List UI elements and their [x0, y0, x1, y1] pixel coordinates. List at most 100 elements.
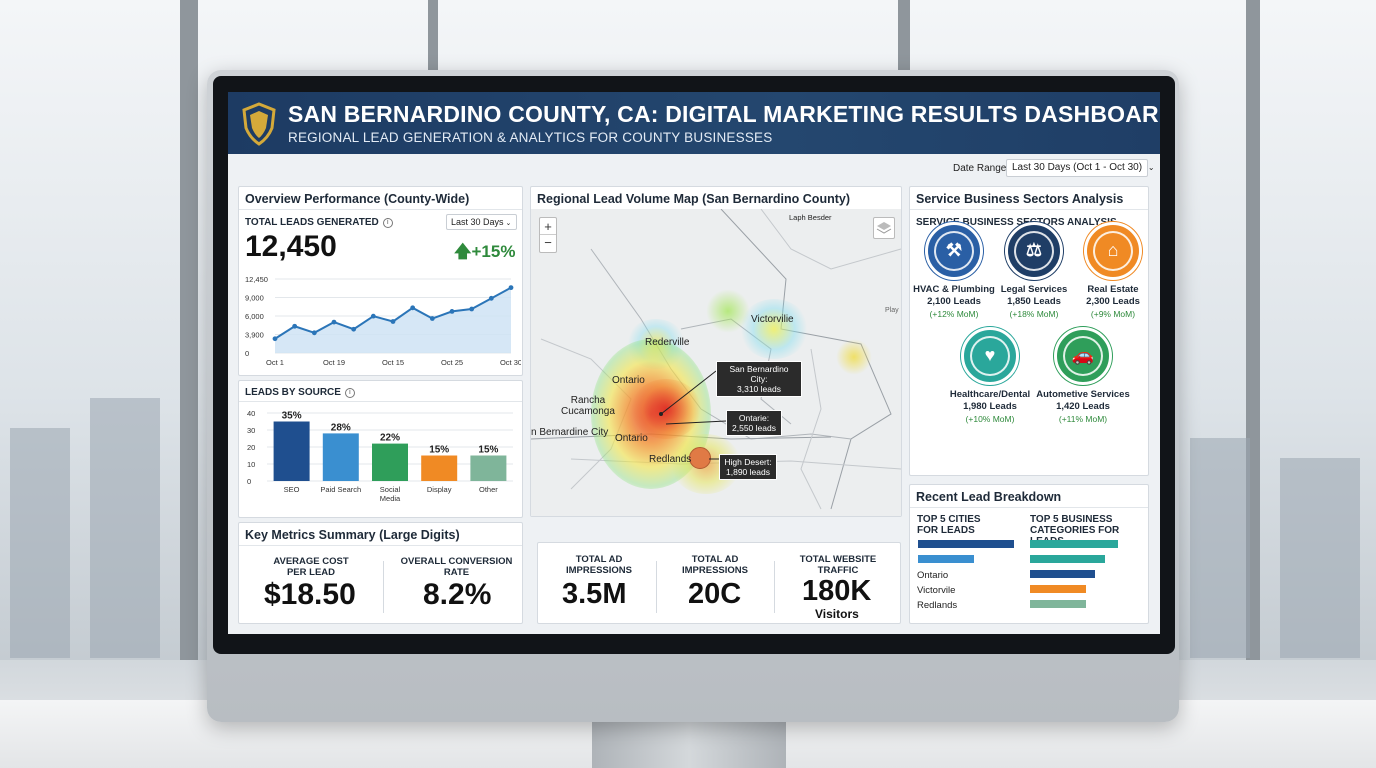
tools-icon: ⚒	[945, 240, 963, 260]
y-tick-label: 9,000	[245, 294, 264, 303]
y-tick-label: 0	[247, 477, 251, 486]
total-leads-line-chart: 12,450 9,000 6,000 3,900 0 Oct 1 Oct 19 Oct 15 O…	[245, 275, 521, 367]
zoom-controls: + −	[539, 217, 557, 253]
key-metrics-title: Key Metrics Summary (Large Digits)	[245, 528, 460, 542]
house-icon: ⌂	[1107, 240, 1119, 260]
category-label: Display	[427, 485, 452, 494]
line-point	[488, 295, 494, 301]
dashboard-title: SAN BERNARDINO COUNTY, CA: DIGITAL MARKE…	[288, 101, 1160, 127]
map-canvas[interactable]: Laph Besder Victorvilie Rederville Ontar…	[531, 209, 901, 516]
leads-change: 🡅+15%	[454, 239, 515, 268]
line-point	[508, 285, 514, 291]
sector-ring[interactable]: ⌂	[1084, 222, 1142, 280]
map-place-label: Play	[885, 307, 899, 314]
line-point	[429, 316, 435, 321]
cost-per-lead-value: $18.50	[264, 578, 356, 611]
bar-value-label: 22%	[380, 433, 400, 444]
chevron-down-icon: ⌄	[1147, 163, 1155, 172]
website-traffic-label: TOTAL WEBSITE TRAFFIC	[799, 554, 877, 576]
date-range-value: Last 30 Days (Oct 1 - Oct 30)	[1012, 162, 1143, 173]
y-tick-label: 6,000	[245, 312, 264, 321]
city-item: Victorvile	[917, 585, 956, 596]
sector-name: Autometive Services	[1036, 389, 1130, 400]
category-label: Paid Search	[320, 485, 361, 494]
conversion-rate-label: OVERALL CONVERSION RATE	[400, 556, 513, 578]
divider	[656, 561, 657, 613]
sector-change: (+9% MoM)	[1090, 309, 1136, 319]
website-traffic-value: 180K	[802, 575, 872, 607]
category-bar	[1030, 585, 1087, 593]
monitor-stand	[592, 720, 786, 768]
overview-title: Overview Performance (County-Wide)	[245, 192, 470, 206]
car-icon: 🚗	[1071, 345, 1095, 365]
dashboard-screen: SAN BERNARDINO COUNTY, CA: DIGITAL MARKE…	[228, 92, 1160, 634]
arrow-up-icon: 🡅	[454, 242, 472, 261]
total-leads-value: 12,450	[245, 230, 337, 263]
line-point	[311, 330, 317, 336]
bar-value-label: 15%	[429, 445, 449, 456]
city-bar	[918, 540, 1014, 548]
y-tick-label: 40	[247, 409, 255, 418]
recent-breakdown-title: Recent Lead Breakdown	[916, 490, 1062, 504]
recent-breakdown-panel: Recent Lead Breakdown TOP 5 CITIES FOR L…	[909, 484, 1149, 624]
period-select[interactable]: Last 30 Days ⌄	[446, 214, 517, 230]
bar	[322, 433, 359, 481]
map-place-label: n Bernardine City	[531, 427, 609, 438]
category-label: Social	[380, 485, 401, 494]
bar	[421, 455, 458, 481]
bar-value-label: 35%	[282, 411, 302, 422]
zoom-in-button[interactable]: +	[540, 218, 556, 235]
category-bar	[1030, 600, 1087, 608]
map-place-label: Ontario	[615, 433, 648, 444]
map-place-label: Victorvilie	[751, 314, 794, 325]
y-tick-label: 12,450	[245, 275, 268, 284]
total-leads-label: TOTAL LEADS GENERATED i	[245, 217, 393, 228]
traffic-panel: TOTAL AD IMPRESSIONS 3.5M TOTAL AD IMPRE…	[537, 542, 901, 624]
info-icon[interactable]: i	[344, 388, 355, 398]
line-point	[331, 319, 337, 325]
sector-name: Real Estate	[1087, 284, 1139, 295]
dashboard-header: SAN BERNARDINO COUNTY, CA: DIGITAL MARKE…	[228, 92, 1160, 154]
x-tick-label: Oct 30	[500, 358, 521, 367]
city-bar	[918, 555, 974, 563]
ad-impressions-2-label: TOTAL AD IMPRESSIONS	[682, 554, 748, 576]
leads-by-source-title-text: LEADS BY SOURCE	[245, 387, 341, 398]
divider	[383, 561, 384, 613]
line-point	[370, 313, 376, 319]
sector-ring[interactable]: 🚗	[1054, 327, 1112, 385]
bar	[273, 421, 310, 481]
conversion-rate-value: 8.2%	[423, 578, 492, 611]
overview-panel: Overview Performance (County-Wide) TOTAL…	[238, 186, 523, 376]
sector-ring[interactable]: ♥	[961, 327, 1019, 385]
info-icon[interactable]: i	[382, 218, 393, 228]
map-place-label: Rederville	[645, 337, 690, 348]
callout-ontario: Ontarie: 2,550 leads	[726, 410, 782, 436]
line-point	[272, 336, 278, 342]
date-range-select[interactable]: Last 30 Days (Oct 1 - Oct 30) ⌄	[1006, 159, 1155, 177]
category-bar	[1030, 555, 1105, 563]
category-label: Media	[380, 494, 401, 503]
line-point	[390, 319, 396, 324]
bar	[470, 455, 507, 481]
cost-per-lead-label: AVERAGE COST PER LEAD	[273, 556, 349, 578]
line-point	[292, 323, 298, 329]
layers-button[interactable]	[873, 217, 895, 239]
sector-change: (+11% MoM)	[1058, 414, 1108, 424]
layers-icon	[876, 222, 892, 234]
scales-icon: ⚖	[1025, 240, 1043, 260]
ad-impressions-2-value: 20C	[688, 578, 742, 610]
ad-impressions-value: 3.5M	[562, 578, 627, 610]
lead-map-title: Regional Lead Volume Map (San Bernardino…	[537, 192, 850, 206]
map-place-label: Ontario	[612, 375, 645, 386]
callout-sb-city: San Bernardino City: 3,310 leads	[716, 361, 802, 397]
leads-by-source-bar-chart: 40 30 20 10 0 35% SEO 28% Paid Search 22% SocialMe…	[247, 409, 513, 503]
sector-ring[interactable]: ⚖	[1005, 222, 1063, 280]
sectors-title: Service Business Sectors Analysis	[916, 192, 1124, 206]
leads-by-source-panel: LEADS BY SOURCE i 40 30 20 10 0 35% SEO 28% Paid …	[238, 380, 523, 518]
city-item: Ontario	[917, 570, 949, 581]
zoom-out-button[interactable]: −	[540, 235, 556, 252]
map-place-label: Laph Besder	[789, 213, 832, 222]
leads-change-value: +15%	[471, 242, 516, 261]
sector-ring[interactable]: ⚒	[925, 222, 983, 280]
sector-change: (+10% MoM)	[965, 414, 1015, 424]
